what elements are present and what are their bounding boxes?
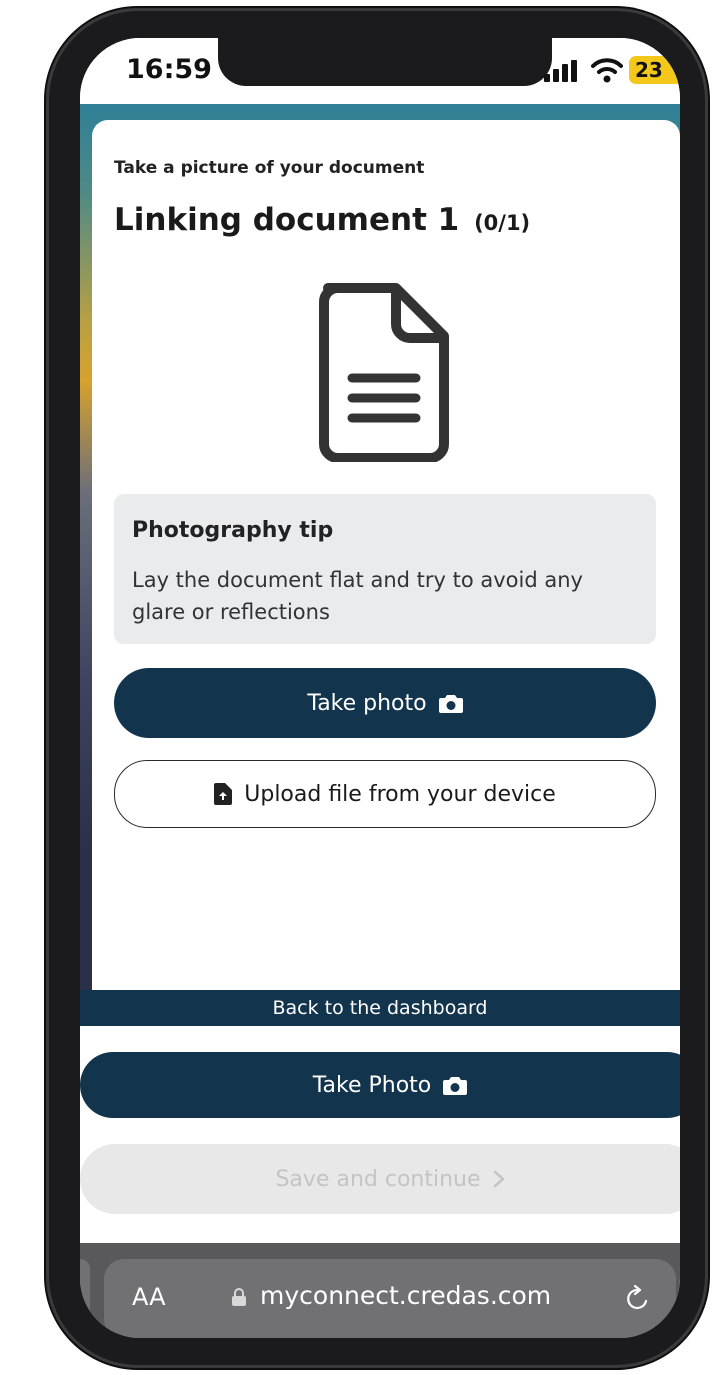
url-text: myconnect.credas.com [260, 1281, 552, 1310]
status-time: 16:59 [126, 54, 212, 85]
camera-icon [438, 695, 463, 713]
photography-tip: Photography tip Lay the document flat an… [114, 494, 656, 644]
upload-file-icon [214, 783, 233, 805]
previous-tab-edge[interactable] [80, 1259, 90, 1335]
back-to-dashboard-label: Back to the dashboard [272, 997, 488, 1019]
lock-icon [232, 1288, 246, 1306]
text-size-button[interactable]: AA [132, 1283, 166, 1311]
battery-indicator: 23 [629, 56, 680, 84]
save-and-continue-label: Save and continue [275, 1166, 481, 1192]
back-to-dashboard-link[interactable]: Back to the dashboard [80, 990, 680, 1026]
take-photo-button[interactable]: Take photo [114, 668, 656, 738]
notch [218, 38, 552, 86]
take-photo-label: Take photo [307, 690, 427, 716]
reload-icon[interactable] [624, 1285, 652, 1313]
document-capture-card: Take a picture of your document Linking … [92, 120, 680, 1020]
upload-file-button[interactable]: Upload file from your device [114, 760, 656, 828]
tip-title: Photography tip [132, 518, 334, 543]
page-title-text: Linking document 1 [114, 202, 460, 238]
take-photo-bottom-label: Take Photo [312, 1072, 432, 1098]
phone-screen: 16:59 23 Take a picture of your document… [80, 38, 680, 1338]
browser-toolbar: AA myconnect.credas.com [80, 1243, 680, 1338]
camera-icon [443, 1077, 468, 1095]
bottom-actions: Take Photo Save and continue [80, 1026, 680, 1246]
take-photo-bottom-button[interactable]: Take Photo [80, 1052, 680, 1118]
address-bar[interactable]: AA myconnect.credas.com [104, 1259, 676, 1338]
tip-text: Lay the document flat and try to avoid a… [132, 568, 583, 624]
status-bar: 16:59 23 [80, 38, 680, 104]
save-and-continue-button[interactable]: Save and continue [80, 1144, 680, 1214]
document-icon [319, 283, 449, 462]
wifi-icon [591, 58, 623, 83]
document-count: (0/1) [474, 211, 531, 235]
signal-icon [544, 60, 577, 82]
page-eyebrow: Take a picture of your document [114, 158, 425, 178]
chevron-right-icon [493, 1170, 504, 1188]
page-title: Linking document 1 (0/1) [114, 202, 530, 238]
upload-file-label: Upload file from your device [244, 781, 556, 807]
